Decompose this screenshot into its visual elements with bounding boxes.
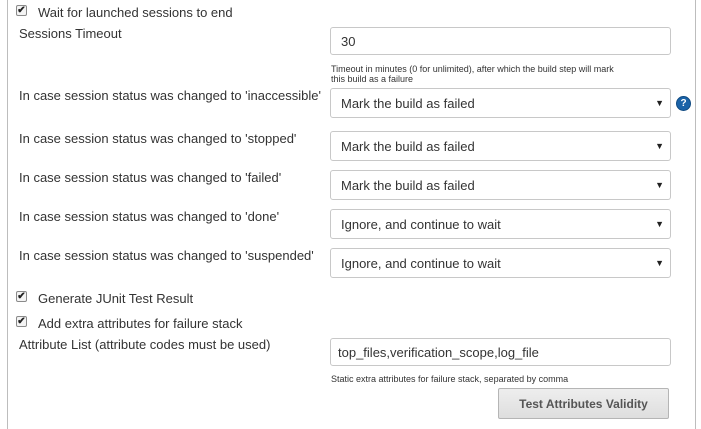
status-stopped-label: In case session status was changed to 's… xyxy=(19,131,297,146)
status-suspended-select[interactable]: Ignore, and continue to wait ▼ xyxy=(330,248,671,278)
extra-attributes-label: Add extra attributes for failure stack xyxy=(38,316,243,331)
caret-down-icon: ▼ xyxy=(655,141,664,151)
junit-checkbox[interactable]: ✔ xyxy=(16,291,27,302)
checkmark-icon: ✔ xyxy=(17,290,26,302)
caret-down-icon: ▼ xyxy=(655,180,664,190)
attribute-list-label: Attribute List (attribute codes must be … xyxy=(19,337,271,352)
status-inaccessible-select[interactable]: Mark the build as failed ▼ xyxy=(330,88,671,118)
panel-right-border xyxy=(695,0,696,429)
status-stopped-select[interactable]: Mark the build as failed ▼ xyxy=(330,131,671,161)
panel-left-border xyxy=(7,0,8,429)
wait-sessions-label: Wait for launched sessions to end xyxy=(38,5,233,20)
status-inaccessible-label: In case session status was changed to 'i… xyxy=(19,88,321,103)
extra-attributes-checkbox[interactable]: ✔ xyxy=(16,316,27,327)
wait-sessions-checkbox[interactable]: ✔ xyxy=(16,5,27,16)
attribute-list-hint: Static extra attributes for failure stac… xyxy=(331,374,569,384)
sessions-timeout-label: Sessions Timeout xyxy=(19,26,122,41)
status-done-value: Ignore, and continue to wait xyxy=(341,216,501,232)
checkmark-icon: ✔ xyxy=(17,315,26,327)
attribute-list-input[interactable]: top_files,verification_scope,log_file xyxy=(330,338,671,366)
status-done-label: In case session status was changed to 'd… xyxy=(19,209,280,224)
test-attributes-button[interactable]: Test Attributes Validity xyxy=(498,388,669,419)
status-done-select[interactable]: Ignore, and continue to wait ▼ xyxy=(330,209,671,239)
timeout-hint-line2: this build as a failure xyxy=(331,74,414,84)
checkmark-icon: ✔ xyxy=(17,4,26,16)
caret-down-icon: ▼ xyxy=(655,98,664,108)
sessions-timeout-input[interactable]: 30 xyxy=(330,27,671,55)
caret-down-icon: ▼ xyxy=(655,219,664,229)
status-failed-select[interactable]: Mark the build as failed ▼ xyxy=(330,170,671,200)
question-icon[interactable]: ? xyxy=(676,96,691,111)
status-stopped-value: Mark the build as failed xyxy=(341,138,475,154)
caret-down-icon: ▼ xyxy=(655,258,664,268)
status-suspended-label: In case session status was changed to 's… xyxy=(19,248,314,263)
status-suspended-value: Ignore, and continue to wait xyxy=(341,255,501,271)
timeout-hint-line1: Timeout in minutes (0 for unlimited), af… xyxy=(331,64,614,74)
status-failed-value: Mark the build as failed xyxy=(341,177,475,193)
status-failed-label: In case session status was changed to 'f… xyxy=(19,170,282,185)
status-inaccessible-value: Mark the build as failed xyxy=(341,95,475,111)
junit-label: Generate JUnit Test Result xyxy=(38,291,194,306)
